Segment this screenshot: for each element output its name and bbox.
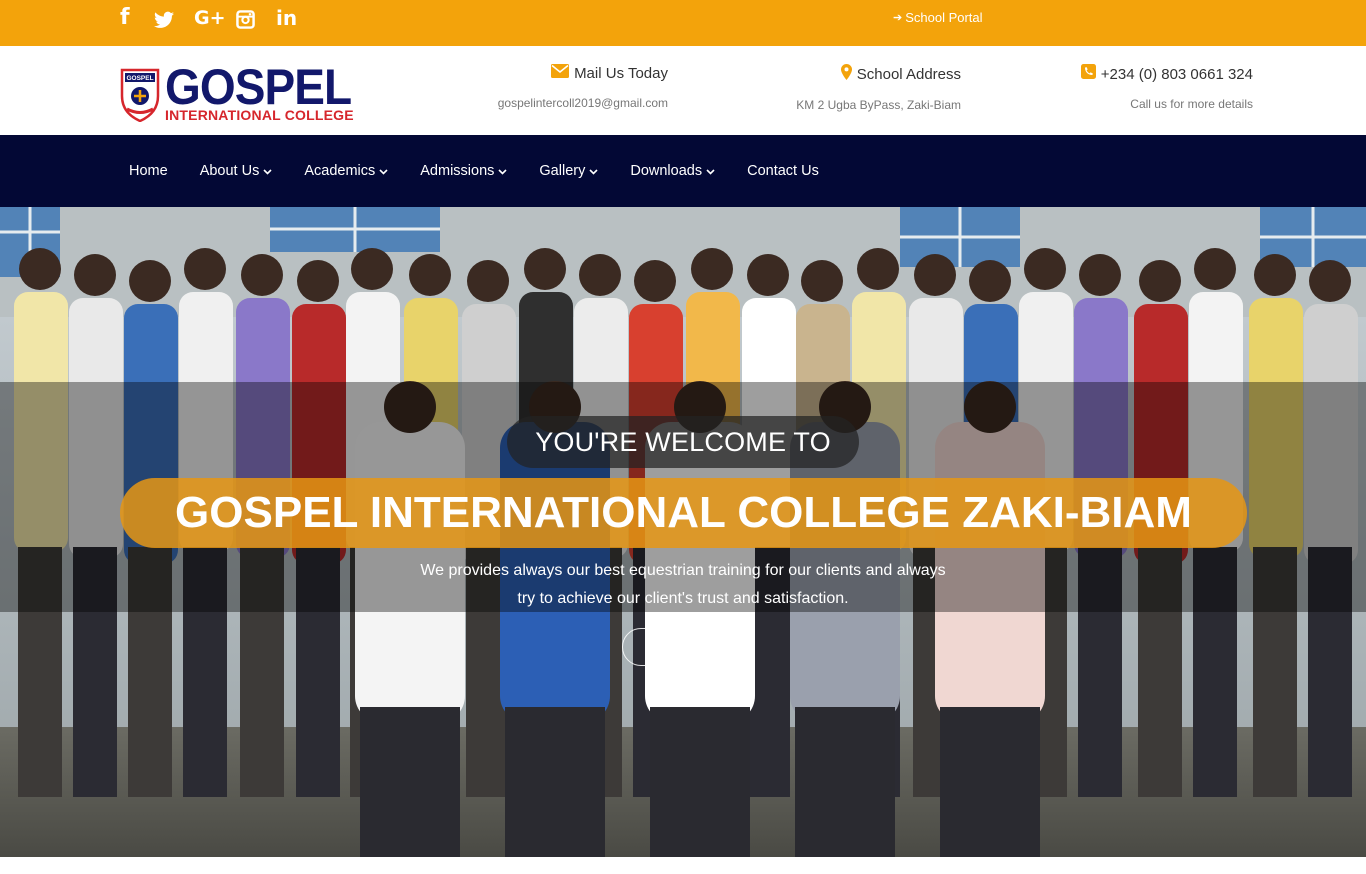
person-head <box>524 248 566 290</box>
seated-person-legs <box>650 707 750 857</box>
seated-person-legs <box>795 707 895 857</box>
phone-icon <box>1080 64 1096 84</box>
person-head <box>1309 260 1351 302</box>
person-head <box>129 260 171 302</box>
twitter-icon[interactable] <box>154 4 194 32</box>
person-head <box>914 254 956 296</box>
hero-tagline: We provides always our best equestrian t… <box>383 557 983 613</box>
top-bar: f G+ in ➔ School Portal <box>0 0 1366 46</box>
mail-address[interactable]: gospelintercoll2019@gmail.com <box>498 96 668 110</box>
seated-person-legs <box>940 707 1040 857</box>
nav-item-downloads[interactable]: Downloads <box>614 163 731 179</box>
nav-list: Home About Us Academics Admissions Gallery Do… <box>113 135 835 207</box>
main-nav: Home About Us Academics Admissions Gallery Do… <box>0 135 1366 207</box>
nav-item-label: Home <box>129 163 168 179</box>
nav-item-label: Admissions <box>420 163 495 179</box>
seated-person-legs <box>360 707 460 857</box>
welcome-heading: YOU'RE WELCOME TO <box>507 416 859 468</box>
phone-number[interactable]: +234 (0) 803 0661 324 <box>1101 66 1253 83</box>
person-head <box>74 254 116 296</box>
nav-item-label: Downloads <box>630 163 703 179</box>
chevron-down-icon <box>589 167 598 177</box>
person-head <box>1024 248 1066 290</box>
map-marker-icon <box>840 64 852 85</box>
person-head <box>351 248 393 290</box>
person-head <box>409 254 451 296</box>
person-head <box>969 260 1011 302</box>
chevron-down-icon <box>706 167 715 177</box>
chevron-down-icon <box>498 167 507 177</box>
person-head <box>1079 254 1121 296</box>
person-head <box>691 248 733 290</box>
nav-item-contact-us[interactable]: Contact Us <box>731 163 835 179</box>
person-head <box>857 248 899 290</box>
google-plus-icon[interactable]: G+ <box>194 4 236 32</box>
tagline-line-1: We provides always our best equestrian t… <box>420 562 946 579</box>
person-head <box>1254 254 1296 296</box>
learn-more-button[interactable]: Learn More <box>622 628 744 666</box>
nav-item-gallery[interactable]: Gallery <box>523 163 614 179</box>
person-head <box>297 260 339 302</box>
school-portal-link[interactable]: ➔ School Portal <box>893 10 983 25</box>
social-links: f G+ in <box>120 4 316 32</box>
person-head <box>801 260 843 302</box>
seated-person-legs <box>505 707 605 857</box>
chevron-down-icon <box>379 167 388 177</box>
nav-item-label: Gallery <box>539 163 586 179</box>
logo-subtitle: INTERNATIONAL COLLEGE <box>165 107 354 123</box>
school-portal-label: School Portal <box>905 10 983 25</box>
contact-address: School Address KM 2 Ugba ByPass, Zaki-Bi… <box>796 64 961 112</box>
nav-item-academics[interactable]: Academics <box>288 163 404 179</box>
person-head <box>467 260 509 302</box>
logo[interactable]: GOSPEL GOSPEL INTERNATIONAL COLLEGE <box>119 59 354 126</box>
linkedin-icon[interactable]: in <box>276 4 316 32</box>
tagline-line-2: try to achieve our client's trust and sa… <box>517 590 849 607</box>
person-head <box>1139 260 1181 302</box>
facebook-icon[interactable]: f <box>120 4 154 32</box>
instagram-icon[interactable] <box>236 4 276 32</box>
contact-mail: Mail Us Today gospelintercoll2019@gmail.… <box>498 64 668 110</box>
nav-item-home[interactable]: Home <box>113 163 184 179</box>
chevron-down-icon <box>263 167 272 177</box>
crest-label: GOSPEL <box>126 75 153 82</box>
sign-in-icon: ➔ <box>893 12 903 24</box>
school-crest-icon: GOSPEL <box>120 68 160 122</box>
nav-item-label: About Us <box>199 163 260 179</box>
person-head <box>579 254 621 296</box>
nav-item-about-us[interactable]: About Us <box>184 163 289 179</box>
envelope-icon <box>551 64 570 83</box>
nav-item-label: Academics <box>304 163 376 179</box>
mail-title: Mail Us Today <box>574 65 668 82</box>
nav-item-admissions[interactable]: Admissions <box>404 163 523 179</box>
address-detail: KM 2 Ugba ByPass, Zaki-Biam <box>796 98 961 112</box>
person-head <box>747 254 789 296</box>
site-header: GOSPEL GOSPEL INTERNATIONAL COLLEGE Mail… <box>0 46 1366 135</box>
person-head <box>634 260 676 302</box>
person-head <box>19 248 61 290</box>
person-head <box>184 248 226 290</box>
hero-slider: YOU'RE WELCOME TO GOSPEL INTERNATIONAL C… <box>0 207 1366 857</box>
hero-headline: GOSPEL INTERNATIONAL COLLEGE ZAKI-BIAM <box>120 478 1247 548</box>
person-head <box>1194 248 1236 290</box>
page-bottom <box>0 857 1366 874</box>
address-title: School Address <box>856 66 961 83</box>
contact-phone: +234 (0) 803 0661 324 Call us for more d… <box>1080 64 1253 111</box>
nav-item-label: Contact Us <box>747 163 819 179</box>
person-head <box>241 254 283 296</box>
phone-detail: Call us for more details <box>1130 97 1253 111</box>
